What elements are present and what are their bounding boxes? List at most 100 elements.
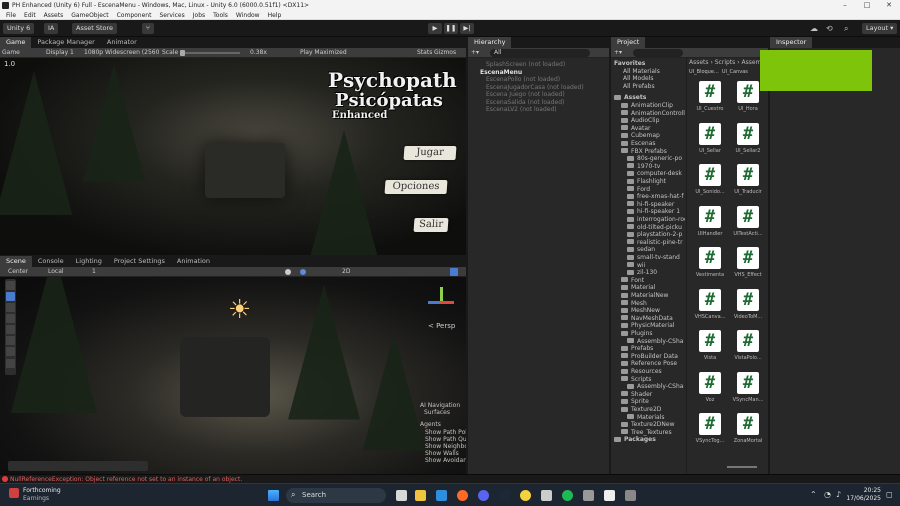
menu-help[interactable]: Help <box>268 12 282 19</box>
project-folder-item[interactable]: hi-fi-speaker <box>611 201 685 208</box>
project-folder-item[interactable]: Material <box>611 284 685 291</box>
script-asset[interactable]: # Vista <box>691 330 729 372</box>
asset-store-button[interactable]: Asset Store <box>72 23 118 34</box>
close-icon[interactable]: ✕ <box>878 0 900 11</box>
tray-chevron-icon[interactable]: ⌃ <box>810 490 817 499</box>
orientation-gizmo[interactable] <box>424 287 460 321</box>
overlay-option[interactable]: Show Path Poly <box>420 429 466 436</box>
project-folder-item[interactable]: Mesh <box>611 300 685 307</box>
volume-icon[interactable]: ♪ <box>836 490 841 499</box>
hierarchy-scene-item[interactable]: EscenaMenu <box>468 69 609 76</box>
project-folder-item[interactable]: sedan <box>611 246 685 253</box>
shading-sphere-icon[interactable] <box>300 269 306 275</box>
version-control-button[interactable]: ⑂ <box>142 23 154 34</box>
tab-project-settings[interactable]: Project Settings <box>108 256 171 267</box>
tab-lighting[interactable]: Lighting <box>70 256 108 267</box>
file-explorer-icon[interactable] <box>415 490 426 501</box>
project-folder-item[interactable]: Prefabs <box>611 345 685 352</box>
asset-label[interactable]: UI_Canvas <box>722 69 748 75</box>
script-asset[interactable]: # UI_Sellar <box>691 122 729 165</box>
stats-button[interactable]: Stats <box>417 49 432 56</box>
project-folder-item[interactable]: Assembly-CSha <box>611 383 685 390</box>
script-asset[interactable]: # VSyncTog... <box>691 413 729 455</box>
unity-hub-icon[interactable] <box>541 490 552 501</box>
hand-tool-icon[interactable] <box>6 281 15 290</box>
2d-toggle[interactable]: 2D <box>342 268 350 275</box>
capcut-icon[interactable] <box>604 490 615 501</box>
tab-hierarchy[interactable]: Hierarchy <box>468 37 512 48</box>
project-folder-item[interactable]: hi-fi-speaker 1 <box>611 208 685 215</box>
menu-file[interactable]: File <box>6 12 16 19</box>
hierarchy-scene-item[interactable]: EscenaLV2 (not loaded) <box>468 106 609 113</box>
minimize-icon[interactable]: – <box>834 0 856 11</box>
favorite-item[interactable]: All Prefabs <box>611 83 685 90</box>
project-folder-item[interactable]: Shader <box>611 391 685 398</box>
add-object-icon[interactable]: +▾ <box>471 49 479 56</box>
script-asset[interactable]: # Vestimenta <box>691 247 729 289</box>
scene-viewport[interactable]: ☀ < Persp AI Navigation Surfaces Agents … <box>0 277 466 474</box>
menu-window[interactable]: Window <box>236 12 260 19</box>
menu-component[interactable]: Component <box>117 12 152 19</box>
wifi-icon[interactable]: ◔ <box>824 490 831 499</box>
hierarchy-scene-item[interactable]: EscenaJugadorCasa (not loaded) <box>468 84 609 91</box>
project-search-input[interactable] <box>633 49 683 57</box>
overlay-option[interactable]: Show Neighbo <box>420 443 466 450</box>
project-folder-item[interactable]: Texture2DNew <box>611 421 685 428</box>
script-asset[interactable]: # ZonaMortal <box>729 413 767 455</box>
light-gizmo-icon[interactable]: ☀ <box>228 295 251 325</box>
stocks-icon[interactable] <box>9 488 19 498</box>
project-folder-item[interactable]: free-xmas-hat-f <box>611 193 685 200</box>
scale-tool-icon[interactable] <box>6 314 15 323</box>
script-asset[interactable]: # VHS_Effect <box>729 247 767 289</box>
favorites-header[interactable]: Favorites <box>611 60 685 67</box>
clock-time[interactable]: 20:25 <box>851 487 881 494</box>
project-folder-item[interactable]: ProBuilder Data <box>611 353 685 360</box>
project-folder-item[interactable]: wii <box>611 262 685 269</box>
camera-tool-icon[interactable] <box>6 359 15 368</box>
menu-edit[interactable]: Edit <box>24 12 36 19</box>
app-icon[interactable] <box>583 490 594 501</box>
rotate-tool-icon[interactable] <box>6 303 15 312</box>
project-folder-item[interactable]: Ford <box>611 186 685 193</box>
tab-game[interactable]: Game <box>0 37 32 48</box>
packages-header[interactable]: Packages <box>611 436 685 443</box>
script-asset[interactable]: # UIHandler <box>691 205 729 248</box>
project-folder-item[interactable]: AnimationControlle <box>611 110 685 117</box>
folder-icon[interactable] <box>436 490 447 501</box>
project-folder-item[interactable]: Escenas <box>611 140 685 147</box>
script-asset[interactable]: # UI_Sellar2 <box>729 122 767 165</box>
project-folder-item[interactable]: MeshNew <box>611 307 685 314</box>
hierarchy-scene-item[interactable]: SplashScreen (not loaded) <box>468 61 609 68</box>
project-folder-item[interactable]: zil-130 <box>611 269 685 276</box>
asset-label[interactable]: UI_Bloque... <box>689 69 719 75</box>
project-folder-item[interactable]: FBX Prefabs <box>611 148 685 155</box>
breadcrumb-assets[interactable]: Assets <box>689 59 709 66</box>
opciones-button[interactable]: Opciones <box>384 180 448 194</box>
favorite-item[interactable]: All Materials <box>611 68 685 75</box>
scale-slider[interactable] <box>180 52 240 54</box>
hierarchy-scene-item[interactable]: Escena Juego (not loaded) <box>468 91 609 98</box>
salir-button[interactable]: Salir <box>413 218 449 232</box>
firefox-icon[interactable] <box>457 490 468 501</box>
tab-animator[interactable]: Animator <box>101 37 143 48</box>
project-folder-item[interactable]: NavMeshData <box>611 315 685 322</box>
hierarchy-scene-item[interactable]: EscenaPollo (not loaded) <box>468 76 609 83</box>
clock-date[interactable]: 17/06/2025 <box>844 495 881 502</box>
project-folder-item[interactable]: 1970-tv <box>611 163 685 170</box>
gizmos-button[interactable]: Gizmos <box>434 49 456 56</box>
hierarchy-scene-item[interactable]: EscenaSalida (not loaded) <box>468 99 609 106</box>
transform-tool-icon[interactable] <box>6 336 15 345</box>
script-asset[interactable]: # VSyncMan... <box>729 371 767 414</box>
menu-jobs[interactable]: Jobs <box>193 12 205 19</box>
layout-button[interactable]: Layout ▾ <box>862 23 898 34</box>
breadcrumb-scripts[interactable]: Scripts <box>715 59 736 66</box>
notification-bell-icon[interactable]: ◻ <box>886 490 893 499</box>
game-dropdown[interactable]: Game <box>2 49 20 56</box>
agents-label[interactable]: Agents <box>420 421 466 428</box>
menu-tools[interactable]: Tools <box>213 12 228 19</box>
move-tool-icon[interactable] <box>6 292 15 301</box>
project-folder-item[interactable]: AnimationClip <box>611 102 685 109</box>
project-folder-item[interactable]: Texture2D <box>611 406 685 413</box>
script-asset[interactable]: # UITestActi... <box>729 205 767 248</box>
tab-project[interactable]: Project <box>611 37 646 48</box>
